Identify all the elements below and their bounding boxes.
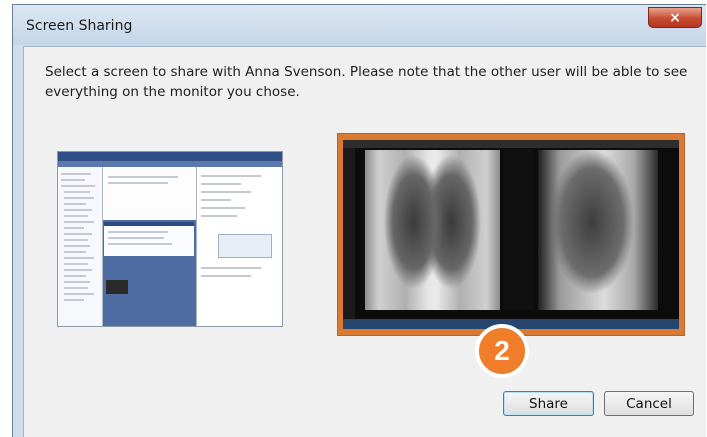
- monitor-2-preview[interactable]: [337, 133, 685, 336]
- viewer-divider: [503, 150, 533, 310]
- viewer-sidebar: [343, 148, 355, 319]
- app-sidebar: [58, 167, 103, 326]
- app-table: [104, 226, 194, 256]
- close-button[interactable]: ×: [648, 7, 702, 28]
- monitor-1-preview[interactable]: [57, 151, 283, 327]
- close-icon: ×: [669, 9, 681, 26]
- app-header-bar: [58, 152, 282, 161]
- title-bar[interactable]: Screen Sharing ×: [13, 5, 706, 45]
- share-button[interactable]: Share: [503, 391, 594, 416]
- screen-sharing-dialog: Screen Sharing × Select a screen to shar…: [12, 4, 706, 437]
- chest-xray-lateral-image: [538, 150, 658, 310]
- app-list-panel: [104, 170, 196, 220]
- window-title: Screen Sharing: [26, 18, 133, 34]
- cancel-button[interactable]: Cancel: [604, 391, 694, 416]
- app-thumbnail: [106, 280, 128, 294]
- instruction-message: Select a screen to share with Anna Svens…: [45, 64, 688, 100]
- step-number: 2: [494, 335, 510, 366]
- dialog-content: Select a screen to share with Anna Svens…: [23, 46, 706, 437]
- step-number-badge: 2: [475, 324, 529, 378]
- viewer-toolbar: [343, 140, 679, 148]
- contact-card: [218, 234, 272, 258]
- monitor-2-screen: [343, 140, 679, 329]
- chest-xray-frontal-image: [365, 150, 500, 310]
